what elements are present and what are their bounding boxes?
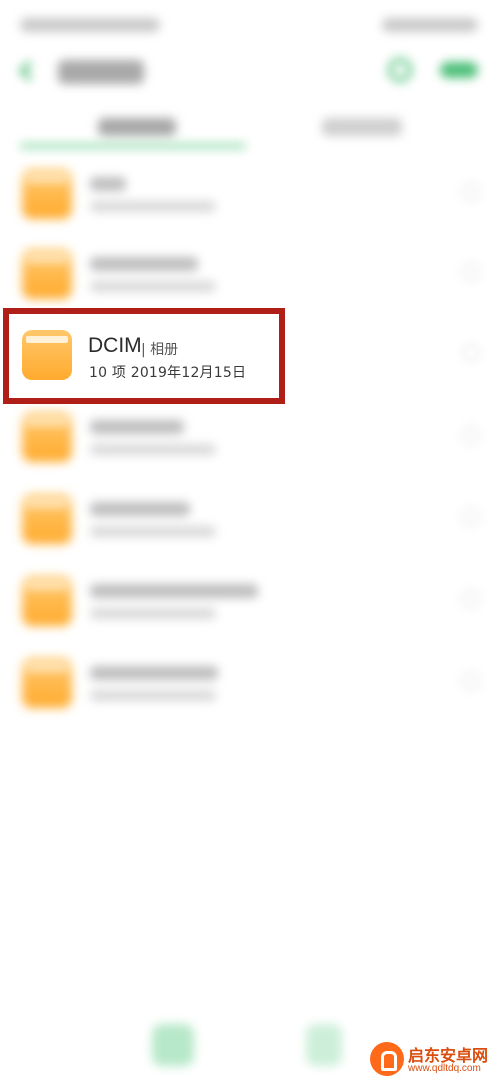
highlight-frame (3, 308, 285, 404)
list-item[interactable] (0, 480, 500, 562)
folder-icon (22, 412, 72, 462)
list-item[interactable] (0, 235, 500, 317)
rocket-logo-icon (370, 1042, 404, 1076)
tab-active[interactable] (98, 118, 176, 136)
list-item-meta (90, 201, 216, 212)
folder-icon (22, 658, 72, 708)
more-icon[interactable] (462, 263, 480, 281)
list-item[interactable] (0, 155, 500, 237)
list-item-name (90, 502, 190, 516)
list-item-meta (90, 608, 216, 619)
status-bar-time-carrier (20, 18, 160, 32)
list-item-meta (90, 690, 216, 701)
tab-indicator (20, 144, 246, 148)
status-bar (0, 0, 500, 50)
more-icon[interactable] (462, 508, 480, 526)
watermark: 启东安卓网 www.qdltdq.com (370, 1038, 496, 1080)
more-icon[interactable] (462, 183, 480, 201)
folder-icon (22, 169, 72, 219)
status-bar-indicators (382, 18, 478, 32)
search-icon[interactable] (388, 58, 412, 82)
list-item-name (90, 666, 218, 680)
list-item[interactable] (0, 644, 500, 726)
page-title (58, 60, 144, 84)
bottom-nav-item-1[interactable] (152, 1024, 194, 1066)
list-item-meta (90, 444, 216, 455)
list-item-name (90, 177, 126, 191)
menu-button[interactable] (440, 62, 478, 78)
more-icon[interactable] (462, 426, 480, 444)
watermark-url: www.qdltdq.com (408, 1063, 481, 1074)
folder-icon (22, 249, 72, 299)
folder-icon (22, 494, 72, 544)
list-item-name (90, 257, 198, 271)
list-item[interactable] (0, 398, 500, 480)
folder-icon (22, 576, 72, 626)
list-item-meta (90, 526, 216, 537)
list-item-name (90, 584, 258, 598)
more-icon[interactable] (462, 672, 480, 690)
more-icon[interactable] (462, 590, 480, 608)
list-item[interactable] (0, 562, 500, 644)
list-item-name (90, 420, 184, 434)
tab-inactive[interactable] (322, 118, 402, 136)
list-item-meta (90, 281, 216, 292)
bottom-nav-item-2[interactable] (306, 1024, 342, 1066)
more-icon[interactable] (462, 344, 480, 362)
chevron-left-icon[interactable] (16, 60, 38, 82)
